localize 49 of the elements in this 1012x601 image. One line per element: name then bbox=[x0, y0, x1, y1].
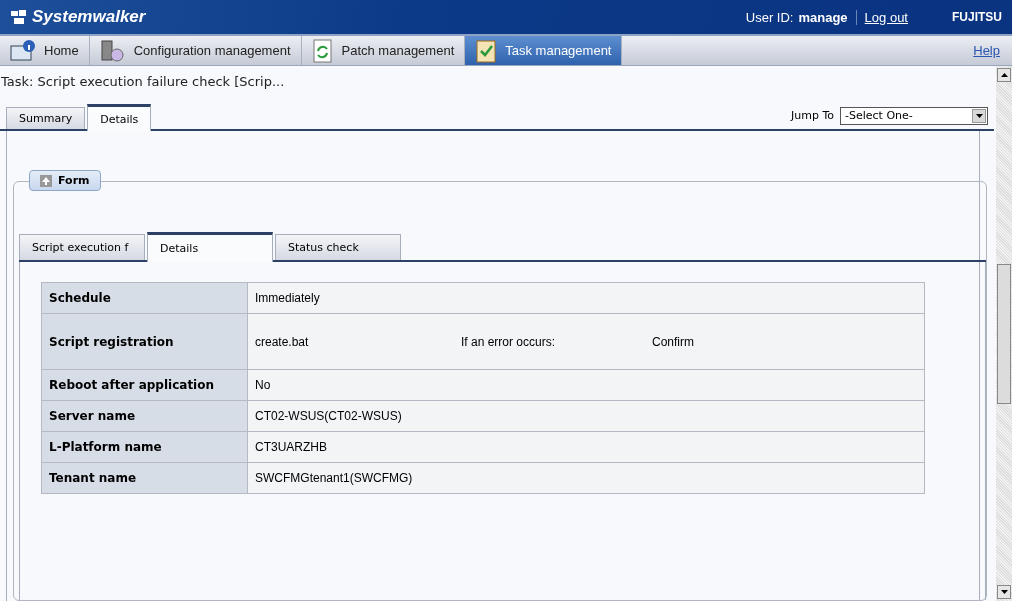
tab[interactable]: Summary bbox=[6, 107, 86, 129]
tab[interactable]: Details bbox=[147, 232, 273, 262]
tab[interactable]: Script execution f bbox=[19, 234, 145, 260]
vendor-logo: FUJITSU bbox=[952, 10, 1002, 24]
logout-link[interactable]: Log out bbox=[864, 9, 908, 25]
server-disc-icon bbox=[99, 39, 126, 62]
value-text: If an error occurs: bbox=[461, 334, 557, 349]
value-text: No bbox=[255, 378, 272, 392]
help-link[interactable]: Help bbox=[973, 43, 1000, 58]
form-toggle[interactable]: Form bbox=[29, 170, 101, 191]
nav-tab-label: Task management bbox=[505, 43, 612, 58]
user-id-label: User ID: bbox=[745, 9, 794, 25]
caret-icon bbox=[972, 108, 986, 123]
nav-tab[interactable]: Configuration management bbox=[89, 36, 302, 65]
row-label: Schedule bbox=[41, 282, 248, 314]
scroll-down-button[interactable] bbox=[997, 585, 1011, 599]
scroll-up-button[interactable] bbox=[997, 68, 1011, 82]
triangle-up-icon bbox=[1000, 73, 1008, 77]
nav-tab-label: Configuration management bbox=[133, 43, 291, 58]
value-text: create.bat bbox=[255, 334, 310, 349]
row-label: Reboot after application bbox=[41, 369, 248, 401]
row-label: Server name bbox=[41, 400, 248, 432]
value-text: CT3UARZHB bbox=[255, 440, 328, 454]
jump-to-label: Jump To bbox=[791, 109, 834, 122]
nav-tab[interactable]: Home bbox=[0, 36, 90, 65]
user-name: manage bbox=[798, 9, 857, 25]
value-text: Immediately bbox=[255, 291, 321, 305]
nav-tab-label: Home bbox=[44, 43, 79, 58]
nav-tab-label: Patch management bbox=[341, 43, 455, 58]
document-refresh-icon bbox=[311, 38, 334, 63]
value-text: SWCFMGtenant1(SWCFMG) bbox=[255, 471, 414, 485]
jump-to-dropdown[interactable]: -Select One- bbox=[840, 106, 988, 125]
page-title: Task: Script execution failure check [Scrip... bbox=[0, 73, 286, 91]
brand-logo: Systemwalker bbox=[10, 7, 146, 27]
clipboard-check-icon bbox=[475, 38, 498, 63]
tab[interactable]: Status check bbox=[275, 234, 401, 260]
row-label: Script registration bbox=[41, 313, 248, 370]
scroll-thumb[interactable] bbox=[997, 263, 1011, 404]
tab[interactable]: Details bbox=[87, 104, 152, 131]
row-label: Tenant name bbox=[41, 462, 248, 494]
value-text: Confirm bbox=[652, 334, 694, 349]
row-label: L-Platform name bbox=[41, 431, 248, 463]
nav-tab[interactable]: Patch management bbox=[301, 36, 466, 65]
monitor-info-icon bbox=[10, 39, 36, 62]
scrollbar-track[interactable] bbox=[996, 66, 1012, 601]
value-text: CT02-WSUS(CT02-WSUS) bbox=[255, 409, 403, 423]
arrow-up-icon bbox=[40, 174, 52, 187]
triangle-down-icon bbox=[1000, 590, 1008, 594]
nav-tab[interactable]: Task management bbox=[465, 36, 623, 65]
